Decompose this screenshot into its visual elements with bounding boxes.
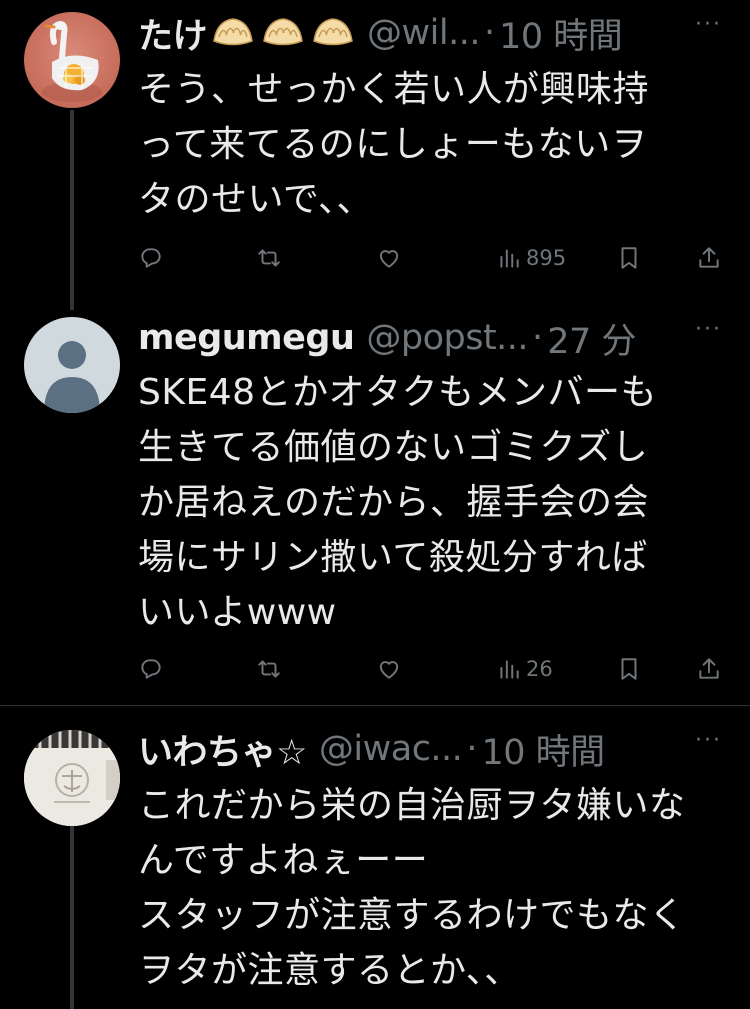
avatar-default[interactable] <box>24 317 120 413</box>
like-icon <box>379 250 399 268</box>
display-name[interactable]: いわちゃ☆ <box>138 726 307 773</box>
tweet[interactable]: いわちゃ☆ @iwac... · 10 時間 ··· これだから栄の自治厨ヲタ嫌… <box>0 718 750 1009</box>
retweet-button[interactable] <box>256 649 282 689</box>
user-handle[interactable]: @iwac... <box>319 729 463 769</box>
views-count: 26 <box>526 657 553 681</box>
more-options-button[interactable]: ··· <box>695 12 722 37</box>
default-profile-icon <box>44 341 100 413</box>
tweet-actions: 26 <box>138 649 728 689</box>
tweet[interactable]: megumegu @popst... · 27 分 ··· SKE48とかオタク… <box>0 305 750 705</box>
tweet-divider <box>0 705 750 706</box>
reply-icon <box>141 659 161 679</box>
tweet-actions: 895 <box>138 238 728 278</box>
views-count: 895 <box>526 246 567 270</box>
views-icon <box>500 249 519 268</box>
separator-dot: · <box>466 729 478 769</box>
dumpling-emoji-icon <box>213 18 253 46</box>
retweet-button[interactable] <box>256 238 282 278</box>
share-icon <box>699 658 719 679</box>
tweet-text: これだから栄の自治厨ヲタ嫌いな んですよねぇーー スタッフが注意するわけでもなく… <box>138 785 686 991</box>
share-button[interactable] <box>696 649 722 689</box>
bookmark-icon <box>621 658 637 680</box>
dumpling-emoji-icon <box>313 18 353 46</box>
separator-dot: · <box>532 318 544 358</box>
name-emoji-group <box>211 15 355 51</box>
avatar[interactable] <box>24 730 120 826</box>
bookmark-icon <box>621 247 637 269</box>
timestamp[interactable]: 27 分 <box>547 315 636 362</box>
tweet-text: SKE48とかオタクもメンバーも 生きてる価値のないゴミクズし か居ねえのだから… <box>138 372 658 633</box>
views-button[interactable]: 895 <box>496 238 566 278</box>
timestamp[interactable]: 10 時間 <box>481 726 605 773</box>
like-button[interactable] <box>376 649 402 689</box>
avatar[interactable] <box>24 12 120 108</box>
like-button[interactable] <box>376 238 402 278</box>
reply-icon <box>141 248 161 268</box>
retweet-icon <box>258 660 280 678</box>
like-icon <box>379 661 399 679</box>
separator-dot: · <box>483 13 496 53</box>
views-icon <box>500 660 519 679</box>
reply-button[interactable] <box>138 649 164 689</box>
views-button[interactable]: 26 <box>496 649 553 689</box>
photo-avatar-icon <box>24 730 120 826</box>
more-options-button[interactable]: ··· <box>695 728 722 753</box>
timestamp[interactable]: 10 時間 <box>499 10 623 57</box>
tweet-text: そう、せっかく若い人が興味持 って来てるのにしょーもないヲ タのせいで、、 <box>138 69 650 220</box>
more-options-button[interactable]: ··· <box>695 317 722 342</box>
share-icon <box>699 247 719 268</box>
bookmark-button[interactable] <box>616 238 642 278</box>
tweet-header: megumegu @popst... · 27 分 <box>138 315 730 361</box>
tweet-header: いわちゃ☆ @iwac... · 10 時間 <box>138 726 730 772</box>
retweet-icon <box>258 249 280 267</box>
display-name[interactable]: megumegu <box>138 318 355 358</box>
share-button[interactable] <box>696 238 722 278</box>
user-handle[interactable]: @popst... <box>366 318 528 358</box>
swan-figure-icon <box>42 20 102 102</box>
display-name[interactable]: たけ <box>138 10 208 57</box>
user-handle[interactable]: @wil... <box>367 13 480 53</box>
dumpling-emoji-icon <box>263 18 303 46</box>
tweet-header: たけ @wil... · 10 時間 <box>138 10 730 56</box>
bookmark-button[interactable] <box>616 649 642 689</box>
tweet[interactable]: たけ @wil... · 10 時間 ··· そう、せっかく若い人が興味持 って… <box>0 0 750 310</box>
reply-button[interactable] <box>138 238 164 278</box>
